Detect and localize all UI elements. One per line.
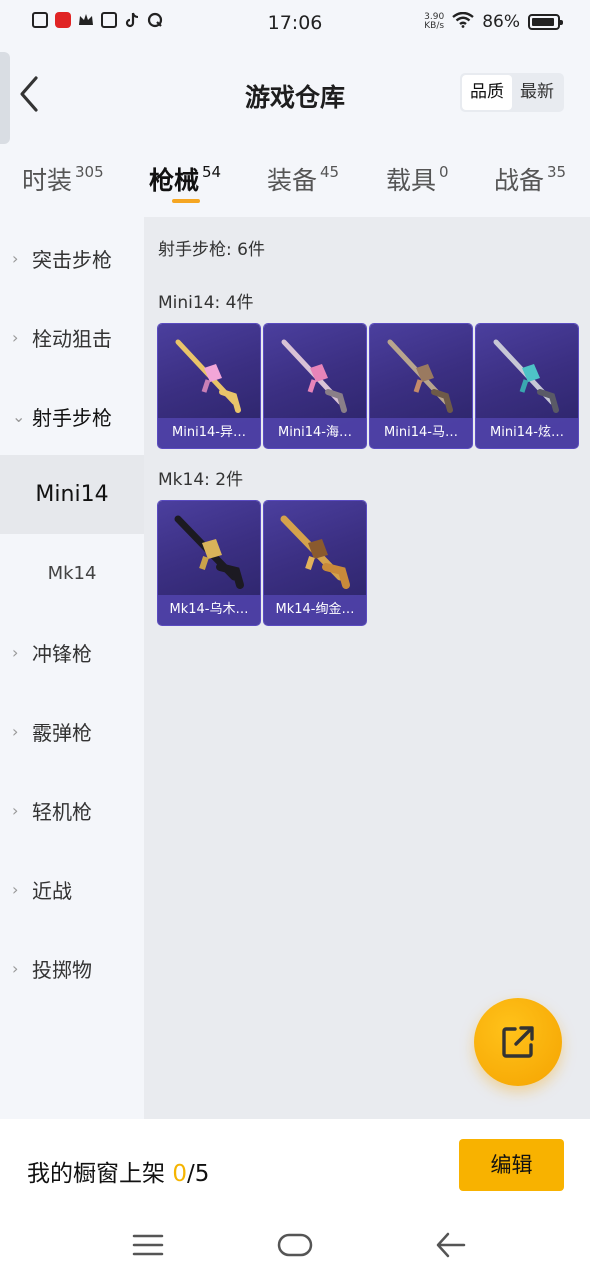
tab-count: 54 [202, 163, 222, 181]
group-label-mk14: Mk14: 2件 [158, 470, 244, 490]
sidebar-item-bolt-sniper[interactable]: › 栓动狙击 [0, 298, 144, 377]
chevron-right-icon: › [12, 959, 19, 978]
sidebar-item-label: 冲锋枪 [32, 642, 92, 666]
sidebar: › 突击步枪 › 栓动狙击 ⌄ 射手步枪 Mini14 Mk14 › 冲锋枪 ›… [0, 217, 144, 1119]
sidebar-item-label: 霰弹枪 [32, 721, 92, 745]
tab-count: 305 [75, 163, 104, 181]
home-icon [277, 1233, 313, 1257]
sidebar-item-label: Mini14 [35, 482, 109, 507]
chevron-right-icon: › [12, 328, 19, 347]
rifle-skin-image [175, 339, 241, 413]
sidebar-item-marksman-rifle[interactable]: ⌄ 射手步枪 [0, 377, 144, 456]
wifi-icon [452, 11, 474, 32]
item-card[interactable]: Mini14-炫… [476, 324, 578, 448]
sort-latest-button[interactable]: 最新 [512, 75, 562, 110]
showcase-status: 我的橱窗上架 0/5 [27, 1154, 209, 1188]
rifle-skin-image [493, 339, 559, 413]
tab-label: 载具 [386, 166, 437, 195]
sidebar-subitem-mini14[interactable]: Mini14 [0, 455, 144, 534]
active-tab-indicator [172, 199, 200, 203]
tab-count: 0 [439, 163, 449, 181]
battery-icon [528, 14, 563, 30]
item-card[interactable]: Mini14-马… [370, 324, 472, 448]
net-speed-unit: KB/s [424, 21, 445, 31]
sort-toggle: 品质 最新 [460, 73, 564, 112]
tab-label: 战备 [494, 166, 545, 195]
category-summary: 射手步枪: 6件 [158, 240, 265, 260]
rifle-skin-image [281, 339, 347, 413]
share-fab-button[interactable] [474, 998, 562, 1086]
sort-quality-button[interactable]: 品质 [462, 75, 512, 110]
system-nav-bar [0, 1214, 590, 1280]
sidebar-item-label: 射手步枪 [32, 406, 112, 430]
tab-vehicles[interactable]: 载具 0 [386, 161, 449, 197]
arrow-left-icon [436, 1232, 466, 1258]
item-card-name: Mini14-炫… [476, 418, 578, 448]
showcase-current-count: 0 [172, 1161, 187, 1187]
item-card[interactable]: Mk14-绚金… [264, 501, 366, 625]
tab-fashion[interactable]: 时装 305 [22, 161, 104, 197]
sidebar-item-label: Mk14 [47, 563, 97, 584]
tab-label: 时装 [22, 166, 73, 195]
rifle-skin-image [174, 515, 244, 589]
back-nav-button[interactable] [434, 1230, 468, 1264]
tab-label: 枪械 [149, 166, 200, 195]
edit-button[interactable]: 编辑 [459, 1139, 564, 1191]
chevron-right-icon: › [12, 643, 19, 662]
rifle-skin-image [387, 339, 453, 413]
tab-count: 35 [547, 163, 567, 181]
sidebar-item-smg[interactable]: › 冲锋枪 [0, 613, 144, 692]
item-grid-area: 射手步枪: 6件 Mini14: 4件 Mini14-异… Mini14-海… … [144, 217, 590, 1119]
showcase-total-count: /5 [186, 1161, 210, 1187]
chevron-right-icon: › [12, 249, 19, 268]
item-card[interactable]: Mini14-异… [158, 324, 260, 448]
item-card-name: Mk14-绚金… [264, 595, 366, 625]
sidebar-item-label: 突击步枪 [32, 248, 112, 272]
sidebar-item-melee[interactable]: › 近战 [0, 850, 144, 929]
battery-percent: 86% [482, 12, 520, 32]
chevron-down-icon: ⌄ [12, 407, 26, 426]
home-nav-button[interactable] [277, 1230, 313, 1264]
sidebar-item-label: 栓动狙击 [32, 327, 112, 351]
tab-count: 45 [320, 163, 340, 181]
menu-nav-button[interactable] [132, 1230, 164, 1264]
chevron-right-icon: › [12, 801, 19, 820]
sidebar-item-lmg[interactable]: › 轻机枪 [0, 771, 144, 850]
tab-firearms[interactable]: 枪械 54 [149, 161, 221, 197]
tab-label: 装备 [267, 166, 318, 195]
sidebar-item-label: 近战 [32, 879, 72, 903]
item-card-name: Mini14-马… [370, 418, 472, 448]
sidebar-item-assault-rifle[interactable]: › 突击步枪 [0, 219, 144, 298]
sidebar-item-shotgun[interactable]: › 霰弹枪 [0, 692, 144, 771]
net-speed: 3.90 KB/s [424, 13, 444, 31]
rifle-skin-image [280, 515, 350, 589]
showcase-bar: 我的橱窗上架 0/5 编辑 [0, 1119, 590, 1214]
item-card[interactable]: Mk14-乌木… [158, 501, 260, 625]
category-tabs: 时装 305 枪械 54 装备 45 载具 0 战备 35 [0, 141, 590, 217]
item-card-name: Mk14-乌木… [158, 595, 260, 625]
showcase-label: 我的橱窗上架 [27, 1161, 165, 1187]
external-link-icon [502, 1026, 534, 1058]
group-label-mini14: Mini14: 4件 [158, 293, 254, 313]
item-card[interactable]: Mini14-海… [264, 324, 366, 448]
sidebar-item-throwables[interactable]: › 投掷物 [0, 929, 144, 1008]
tab-supplies[interactable]: 战备 35 [494, 161, 566, 197]
item-card-name: Mini14-异… [158, 418, 260, 448]
chevron-right-icon: › [12, 722, 19, 741]
status-right: 3.90 KB/s 86% [424, 11, 563, 32]
chevron-right-icon: › [12, 880, 19, 899]
header: 游戏仓库 品质 最新 [0, 46, 590, 141]
sidebar-subitem-mk14[interactable]: Mk14 [0, 534, 144, 613]
tab-equipment[interactable]: 装备 45 [267, 161, 339, 197]
sidebar-item-label: 投掷物 [32, 958, 92, 982]
menu-icon [132, 1234, 164, 1256]
status-bar: 17:06 3.90 KB/s 86% [0, 0, 590, 46]
item-card-name: Mini14-海… [264, 418, 366, 448]
sidebar-item-label: 轻机枪 [32, 800, 92, 824]
